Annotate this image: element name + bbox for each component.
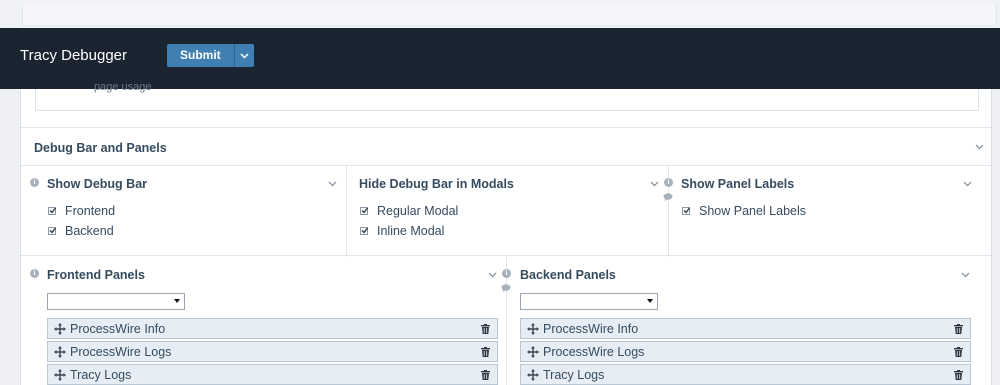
previous-field-text: page usage bbox=[94, 81, 152, 93]
frontend-checkbox[interactable] bbox=[48, 207, 56, 215]
submit-dropdown-toggle[interactable] bbox=[233, 44, 254, 67]
frontend-panel-name: ProcessWire Logs bbox=[70, 344, 172, 359]
comment-icon[interactable] bbox=[663, 193, 673, 201]
hide-debug-bar-modals-field: Hide Debug Bar in Modals Regular Modal I… bbox=[346, 166, 668, 257]
trash-icon[interactable] bbox=[481, 323, 490, 334]
move-icon[interactable] bbox=[54, 368, 66, 381]
show-panel-labels-title: Show Panel Labels bbox=[681, 177, 795, 191]
info-icon[interactable]: i bbox=[30, 178, 39, 187]
hide-debug-bar-modals-label: Hide Debug Bar in Modals bbox=[359, 177, 514, 191]
move-icon[interactable] bbox=[527, 345, 539, 358]
chevron-down-icon[interactable] bbox=[975, 144, 984, 150]
inline-modal-label: Inline Modal bbox=[377, 224, 445, 238]
background-field bbox=[22, 4, 997, 26]
backend-panel-name: ProcessWire Info bbox=[543, 321, 639, 336]
submit-button-group: Submit bbox=[167, 44, 254, 67]
move-icon[interactable] bbox=[54, 322, 66, 335]
backend-panel-item[interactable]: ProcessWire Logs bbox=[520, 341, 971, 362]
inline-modal-checkbox-row[interactable]: Inline Modal bbox=[360, 224, 444, 238]
show-panel-labels-checkbox-row[interactable]: Show Panel Labels bbox=[682, 204, 806, 218]
debug-bar-row: i Show Debug Bar Frontend Backend Hide D… bbox=[21, 165, 991, 257]
frontend-panel-name: ProcessWire Info bbox=[70, 321, 166, 336]
frontend-label: Frontend bbox=[65, 204, 116, 218]
fieldset-title: Debug Bar and Panels bbox=[34, 141, 167, 155]
frontend-panel-item[interactable]: Tracy Logs bbox=[47, 364, 498, 385]
regular-modal-label: Regular Modal bbox=[377, 204, 459, 218]
backend-panels-select[interactable] bbox=[520, 293, 658, 310]
backend-panels-label: Backend Panels bbox=[520, 268, 616, 282]
chevron-down-icon[interactable] bbox=[488, 272, 497, 278]
panels-row: i Frontend Panels ProcessWire Info Proce… bbox=[21, 256, 991, 385]
top-bar: Tracy Debugger Submit bbox=[0, 28, 1000, 89]
show-panel-labels-option: Show Panel Labels bbox=[699, 204, 807, 218]
select-arrow-icon bbox=[647, 299, 653, 304]
submit-button[interactable]: Submit bbox=[167, 44, 234, 67]
fieldset-header[interactable]: Debug Bar and Panels bbox=[21, 127, 991, 165]
show-panel-labels-checkbox[interactable] bbox=[682, 207, 690, 215]
trash-icon[interactable] bbox=[954, 346, 963, 357]
move-icon[interactable] bbox=[527, 368, 539, 381]
chevron-down-icon[interactable] bbox=[328, 181, 337, 187]
backend-panels-field: i Backend Panels ProcessWire Info Proces… bbox=[501, 256, 991, 385]
info-icon[interactable]: i bbox=[502, 269, 511, 278]
frontend-panels-field: i Frontend Panels ProcessWire Info Proce… bbox=[21, 256, 506, 385]
chevron-down-icon bbox=[240, 52, 249, 59]
frontend-panel-item[interactable]: ProcessWire Info bbox=[47, 318, 498, 339]
show-debug-bar-label: Show Debug Bar bbox=[47, 177, 148, 191]
backend-panel-name: ProcessWire Logs bbox=[543, 344, 645, 359]
info-icon[interactable]: i bbox=[30, 269, 39, 278]
trash-icon[interactable] bbox=[954, 323, 963, 334]
backend-label: Backend bbox=[65, 224, 114, 238]
move-icon[interactable] bbox=[54, 345, 66, 358]
regular-modal-checkbox-row[interactable]: Regular Modal bbox=[360, 204, 458, 218]
page-title: Tracy Debugger bbox=[20, 47, 127, 64]
trash-icon[interactable] bbox=[481, 369, 490, 380]
trash-icon[interactable] bbox=[481, 346, 490, 357]
frontend-panels-select[interactable] bbox=[47, 293, 185, 310]
regular-modal-checkbox[interactable] bbox=[360, 207, 368, 215]
previous-field: page usage bbox=[35, 81, 979, 111]
backend-panel-item[interactable]: ProcessWire Info bbox=[520, 318, 971, 339]
background-strip bbox=[0, 0, 1000, 28]
inline-modal-checkbox[interactable] bbox=[360, 227, 368, 235]
settings-page: page usage Debug Bar and Panels i Show D… bbox=[20, 81, 992, 385]
chevron-down-icon[interactable] bbox=[961, 272, 970, 278]
show-debug-bar-field: i Show Debug Bar Frontend Backend bbox=[21, 166, 346, 257]
info-icon[interactable]: i bbox=[664, 178, 673, 187]
frontend-panel-item[interactable]: ProcessWire Logs bbox=[47, 341, 498, 362]
backend-checkbox[interactable] bbox=[48, 227, 56, 235]
chevron-down-icon[interactable] bbox=[650, 181, 659, 187]
backend-panel-name: Tracy Logs bbox=[543, 367, 605, 382]
frontend-checkbox-row[interactable]: Frontend bbox=[48, 204, 115, 218]
move-icon[interactable] bbox=[527, 322, 539, 335]
select-arrow-icon bbox=[174, 299, 180, 304]
backend-checkbox-row[interactable]: Backend bbox=[48, 224, 114, 238]
trash-icon[interactable] bbox=[954, 369, 963, 380]
frontend-panels-label: Frontend Panels bbox=[47, 268, 145, 282]
chevron-down-icon[interactable] bbox=[963, 181, 972, 187]
comment-icon[interactable] bbox=[501, 284, 511, 292]
frontend-panel-name: Tracy Logs bbox=[70, 367, 132, 382]
show-panel-labels-field: i Show Panel Labels Show Panel Labels bbox=[663, 166, 991, 257]
backend-panel-item[interactable]: Tracy Logs bbox=[520, 364, 971, 385]
